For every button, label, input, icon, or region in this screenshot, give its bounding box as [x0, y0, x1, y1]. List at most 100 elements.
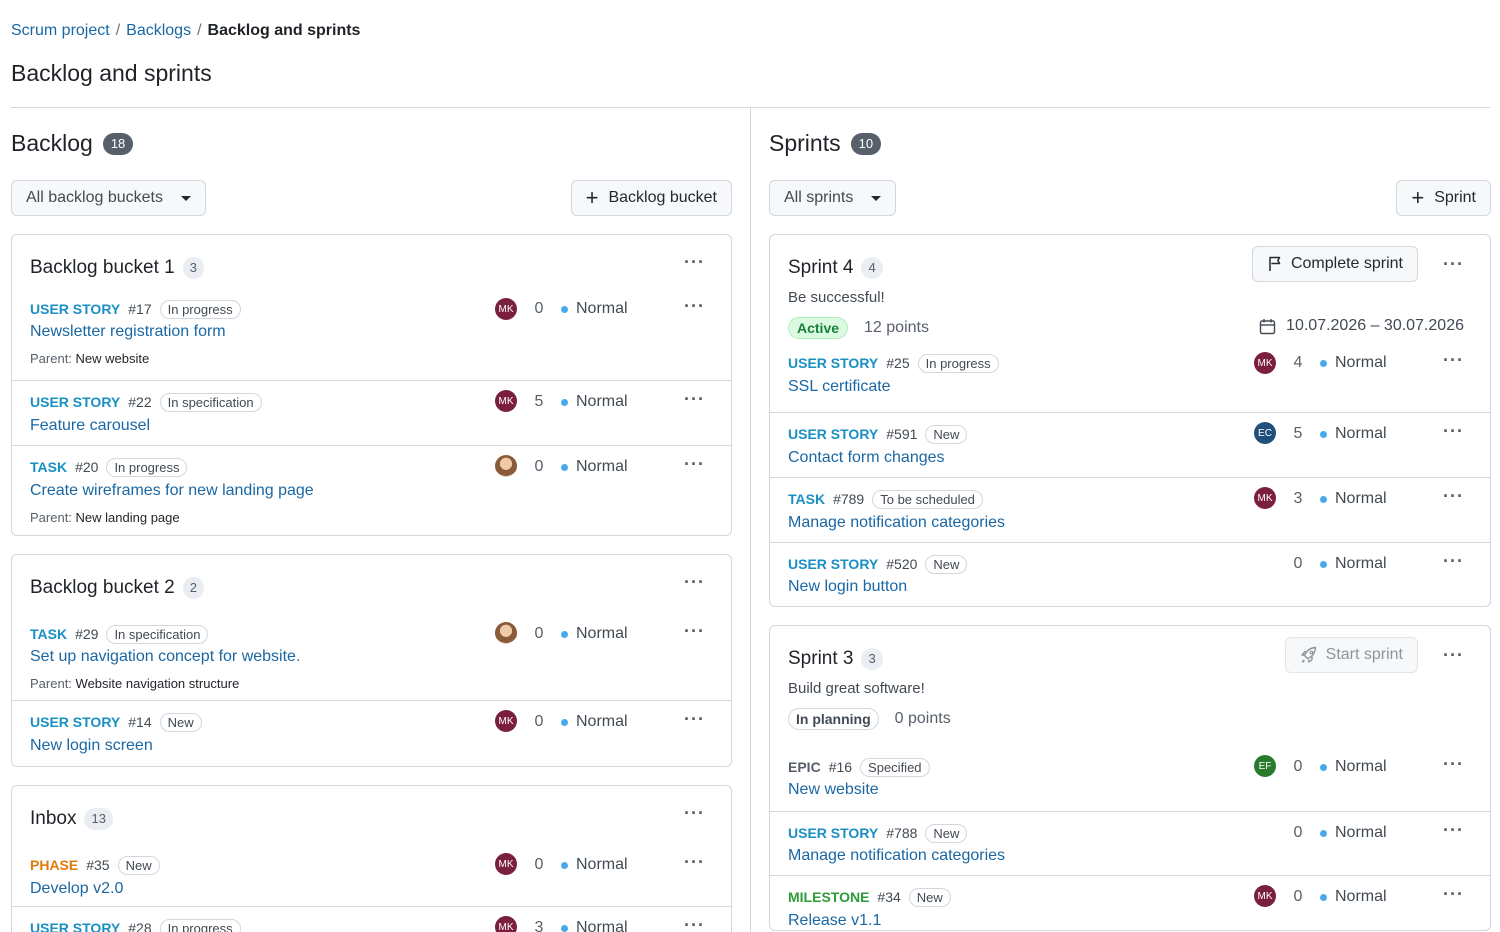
work-package-id[interactable]: #35	[86, 857, 109, 873]
status-badge[interactable]: Specified	[860, 757, 930, 777]
more-icon[interactable]: ···	[1443, 255, 1464, 273]
work-package-title-link[interactable]: Contact form changes	[788, 449, 945, 467]
priority[interactable]: Normal	[1320, 425, 1387, 443]
work-package-title-link[interactable]: New website	[788, 781, 879, 799]
priority[interactable]: Normal	[561, 393, 628, 411]
priority[interactable]: Normal	[561, 625, 628, 643]
priority[interactable]: Normal	[1320, 758, 1387, 776]
story-points[interactable]: 0	[532, 300, 546, 318]
work-package-id[interactable]: #25	[886, 355, 909, 371]
story-points[interactable]: 0	[1291, 888, 1305, 906]
status-badge[interactable]: New	[908, 887, 951, 907]
avatar[interactable]: MK	[1254, 487, 1276, 509]
more-icon[interactable]: ···	[1443, 755, 1464, 773]
story-points[interactable]: 0	[1291, 555, 1305, 573]
status-badge[interactable]: In specification	[159, 392, 262, 412]
avatar[interactable]: MK	[495, 853, 517, 875]
avatar[interactable]: MK	[1254, 885, 1276, 907]
more-icon[interactable]: ···	[684, 710, 705, 728]
priority[interactable]: Normal	[1320, 888, 1387, 906]
status-badge[interactable]: New	[925, 424, 968, 444]
story-points[interactable]: 0	[532, 856, 546, 874]
more-icon[interactable]: ···	[1443, 422, 1464, 440]
work-package-title-link[interactable]: Manage notification categories	[788, 514, 1005, 532]
priority[interactable]: Normal	[1320, 824, 1387, 842]
more-icon[interactable]: ···	[1443, 552, 1464, 570]
work-package-row[interactable]: PHASE #35 New Develop v2.0 MK 0 Normal ·…	[12, 848, 731, 906]
more-icon[interactable]: ···	[1443, 885, 1464, 903]
more-icon[interactable]: ···	[684, 297, 705, 315]
status-badge[interactable]: To be scheduled	[872, 489, 983, 509]
more-icon[interactable]: ···	[1443, 821, 1464, 839]
breadcrumb-project-link[interactable]: Scrum project	[11, 22, 110, 40]
story-points[interactable]: 3	[532, 919, 546, 932]
parent-name[interactable]: New website	[76, 351, 150, 366]
priority[interactable]: Normal	[561, 919, 628, 932]
story-points[interactable]: 5	[1291, 425, 1305, 443]
sprint-date-range[interactable]: 10.07.2026 – 30.07.2026	[1259, 317, 1464, 335]
backlog-bucket-filter[interactable]: All backlog buckets	[11, 180, 206, 216]
work-package-id[interactable]: #591	[886, 426, 917, 442]
status-badge[interactable]: In specification	[106, 624, 209, 644]
work-package-title-link[interactable]: Set up navigation concept for website.	[30, 648, 300, 666]
start-sprint-button[interactable]: Start sprint	[1284, 637, 1418, 673]
work-package-row[interactable]: USER STORY #17 In progress Newsletter re…	[12, 297, 731, 380]
work-package-id[interactable]: #20	[75, 459, 98, 475]
priority[interactable]: Normal	[1320, 490, 1387, 508]
status-badge[interactable]: In progress	[159, 299, 241, 319]
more-icon[interactable]: ···	[684, 804, 705, 822]
status-badge[interactable]: In progress	[159, 918, 241, 932]
avatar[interactable]: EC	[1254, 422, 1276, 444]
more-icon[interactable]: ···	[684, 853, 705, 871]
work-package-row[interactable]: USER STORY #25 In progress SSL certifica…	[770, 351, 1490, 412]
story-points[interactable]: 0	[532, 713, 546, 731]
work-package-id[interactable]: #14	[128, 714, 151, 730]
work-package-title-link[interactable]: Release v1.1	[788, 912, 881, 930]
work-package-title-link[interactable]: SSL certificate	[788, 378, 891, 396]
avatar[interactable]: MK	[495, 298, 517, 320]
story-points[interactable]: 0	[1291, 758, 1305, 776]
more-icon[interactable]: ···	[1443, 487, 1464, 505]
more-icon[interactable]: ···	[1443, 646, 1464, 664]
more-icon[interactable]: ···	[684, 253, 705, 271]
priority[interactable]: Normal	[561, 300, 628, 318]
status-badge[interactable]: In progress	[106, 457, 188, 477]
more-icon[interactable]: ···	[684, 916, 705, 932]
more-icon[interactable]: ···	[684, 622, 705, 640]
work-package-id[interactable]: #17	[128, 301, 151, 317]
work-package-row[interactable]: TASK #789 To be scheduled Manage notific…	[770, 477, 1490, 542]
add-backlog-bucket-button[interactable]: + Backlog bucket	[570, 180, 732, 216]
avatar[interactable]: MK	[495, 916, 517, 932]
parent-name[interactable]: Website navigation structure	[76, 676, 240, 691]
work-package-id[interactable]: #520	[886, 556, 917, 572]
status-badge[interactable]: New	[925, 823, 968, 843]
work-package-title-link[interactable]: Newsletter registration form	[30, 323, 226, 341]
work-package-row[interactable]: USER STORY #28 In progress MK 3 Normal ·…	[12, 906, 731, 932]
status-badge[interactable]: In progress	[917, 353, 999, 373]
breadcrumb-backlogs-link[interactable]: Backlogs	[126, 22, 191, 40]
work-package-row[interactable]: EPIC #16 Specified New website EF 0 Norm…	[770, 742, 1490, 802]
status-badge[interactable]: New	[159, 712, 202, 732]
avatar-photo[interactable]	[495, 455, 517, 477]
work-package-row[interactable]: USER STORY #520 New New login button 0 N…	[770, 542, 1490, 606]
parent-name[interactable]: New landing page	[76, 510, 180, 525]
priority[interactable]: Normal	[1320, 354, 1387, 372]
story-points[interactable]: 3	[1291, 490, 1305, 508]
work-package-row[interactable]: USER STORY #788 New Manage notification …	[770, 811, 1490, 875]
priority[interactable]: Normal	[561, 856, 628, 874]
work-package-id[interactable]: #789	[833, 491, 864, 507]
story-points[interactable]: 0	[532, 458, 546, 476]
work-package-title-link[interactable]: New login screen	[30, 737, 153, 755]
add-sprint-button[interactable]: + Sprint	[1396, 180, 1491, 216]
work-package-id[interactable]: #34	[877, 889, 900, 905]
work-package-id[interactable]: #16	[829, 759, 852, 775]
work-package-row[interactable]: USER STORY #591 New Contact form changes…	[770, 412, 1490, 477]
work-package-title-link[interactable]: New login button	[788, 578, 907, 596]
status-badge[interactable]: New	[117, 855, 160, 875]
more-icon[interactable]: ···	[684, 573, 705, 591]
work-package-title-link[interactable]: Create wireframes for new landing page	[30, 482, 314, 500]
complete-sprint-button[interactable]: Complete sprint	[1251, 246, 1418, 282]
priority[interactable]: Normal	[1320, 555, 1387, 573]
avatar[interactable]: MK	[495, 390, 517, 412]
priority[interactable]: Normal	[561, 713, 628, 731]
